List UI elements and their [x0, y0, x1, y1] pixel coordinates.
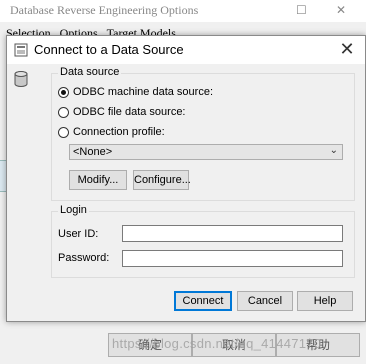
select-value: <None>	[73, 146, 113, 158]
dialog-titlebar[interactable]: Connect to a Data Source ✕	[7, 36, 365, 64]
connect-button[interactable]: Connect	[174, 291, 232, 311]
close-icon[interactable]: ✕	[336, 3, 346, 17]
watermark: https://blog.csdn.net/qq_41447170	[112, 336, 322, 351]
modify-button[interactable]: Modify...	[69, 170, 127, 190]
connect-dialog: Connect to a Data Source ✕ Data source O…	[6, 35, 366, 322]
password-input[interactable]	[122, 250, 343, 267]
app-icon	[14, 43, 28, 57]
radio-button[interactable]	[58, 86, 69, 98]
user-id-input[interactable]	[122, 225, 343, 242]
radio-button[interactable]	[58, 106, 69, 118]
dialog-title: Connect to a Data Source	[34, 42, 184, 57]
background-titlebar: Database Reverse Engineering Options ☐ ✕	[0, 0, 366, 22]
radio-button[interactable]	[58, 126, 69, 138]
help-button[interactable]: Help	[297, 291, 353, 311]
radio-connection-profile[interactable]: Connection profile:	[58, 124, 165, 140]
data-source-select[interactable]: <None> ⌄	[69, 144, 343, 160]
radio-label: Connection profile:	[73, 126, 165, 138]
radio-label: ODBC machine data source:	[73, 86, 214, 98]
cancel-button[interactable]: Cancel	[237, 291, 293, 311]
password-label: Password:	[58, 252, 110, 264]
radio-label: ODBC file data source:	[73, 106, 186, 118]
database-icon	[14, 71, 28, 87]
radio-odbc-machine[interactable]: ODBC machine data source:	[58, 84, 213, 100]
user-id-label: User ID:	[58, 228, 99, 240]
radio-odbc-file[interactable]: ODBC file data source:	[58, 104, 186, 120]
data-source-group-label: Data source	[58, 66, 122, 78]
login-group-label: Login	[58, 204, 89, 216]
configure-button[interactable]: Configure...	[133, 170, 191, 190]
chevron-down-icon: ⌄	[329, 145, 338, 156]
background-window-title: Database Reverse Engineering Options	[10, 3, 199, 17]
maximize-icon[interactable]: ☐	[296, 3, 307, 17]
login-group: Login	[51, 204, 355, 278]
close-icon[interactable]: ✕	[337, 39, 357, 59]
